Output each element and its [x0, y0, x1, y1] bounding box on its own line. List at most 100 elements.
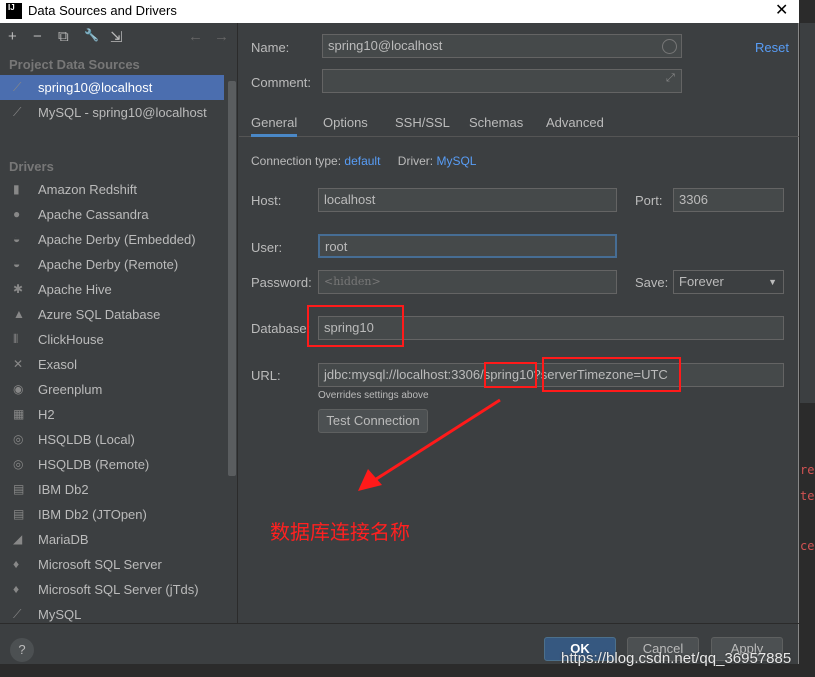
driver-icon: ♦ [13, 577, 19, 602]
name-input[interactable]: spring10@localhost [322, 34, 682, 58]
url-label: URL: [251, 368, 281, 383]
color-picker-icon[interactable] [662, 39, 677, 54]
driver-item[interactable]: ◎HSQLDB (Local) [0, 427, 224, 452]
driver-item[interactable]: ✱ Apache Hive [0, 277, 224, 302]
window-title: Data Sources and Drivers [28, 3, 177, 18]
driver-label: IBM Db2 (JTOpen) [38, 507, 147, 522]
tab-general[interactable]: General [251, 115, 297, 137]
driver-item[interactable]: ✕Exasol [0, 352, 224, 377]
driver-label: Apache Hive [38, 282, 112, 297]
driver-label: Driver: [398, 154, 433, 168]
code-fragment: cey [800, 539, 815, 553]
driver-label: Apache Derby (Embedded) [38, 232, 196, 247]
driver-label: H2 [38, 407, 55, 422]
driver-icon: ✕ [13, 352, 23, 377]
driver-item[interactable]: ◎HSQLDB (Remote) [0, 452, 224, 477]
add-icon[interactable]: + [8, 28, 17, 45]
driver-item[interactable]: ▤ IBM Db2 (JTOpen) [0, 502, 224, 527]
driver-icon: ◒ [13, 227, 20, 252]
chevron-down-icon: ▼ [768, 271, 777, 293]
user-label: User: [251, 240, 282, 255]
sidebar-toolbar: + − ⧉ 🔧 ⇲ ← → [0, 23, 237, 53]
background-editor: re te cey [800, 23, 815, 677]
driver-item[interactable]: ▤ IBM Db2 [0, 477, 224, 502]
driver-label: Amazon Redshift [38, 182, 137, 197]
forward-icon[interactable]: → [214, 28, 229, 45]
driver-icon: ♦ [13, 552, 19, 577]
driver-label: Microsoft SQL Server (jTds) [38, 582, 199, 597]
driver-label: Apache Cassandra [38, 207, 149, 222]
port-label: Port: [635, 193, 662, 208]
tab-ssh-ssl[interactable]: SSH/SSL [395, 115, 450, 130]
data-source-item[interactable]: ⟋ MySQL - spring10@localhost [0, 100, 224, 125]
annotation-box-database [307, 305, 404, 347]
driver-item[interactable]: ▮ Amazon Redshift [0, 177, 224, 202]
driver-item[interactable]: ◢MariaDB [0, 527, 224, 552]
name-label: Name: [251, 40, 289, 55]
host-input[interactable]: localhost [318, 188, 617, 212]
driver-label: MariaDB [38, 532, 89, 547]
data-source-item[interactable]: ⟋spring10@localhost [0, 75, 224, 100]
app-logo-icon: IJ [6, 3, 22, 19]
project-data-sources-header: Project Data Sources [0, 53, 237, 75]
mysql-icon: ⟋ [13, 100, 21, 125]
driver-icon: ▤ [13, 477, 24, 502]
driver-item[interactable]: ♦ Microsoft SQL Server [0, 552, 224, 577]
driver-item[interactable]: ◒Apache Derby (Remote) [0, 252, 224, 277]
driver-item[interactable]: ▲Azure SQL Database [0, 302, 224, 327]
code-fragment: te [800, 489, 814, 503]
comment-label: Comment: [251, 75, 311, 90]
annotation-text: 数据库连接名称 [270, 516, 410, 545]
item-label: MySQL - spring10@localhost [38, 105, 207, 120]
wrench-icon[interactable]: 🔧 [84, 28, 99, 42]
import-icon[interactable]: ⇲ [110, 28, 123, 46]
driver-label: Microsoft SQL Server [38, 557, 162, 572]
database-label: Database: [251, 321, 310, 336]
tab-advanced[interactable]: Advanced [546, 115, 604, 130]
driver-icon: ▤ [13, 502, 24, 527]
close-button[interactable]: ✕ [775, 0, 788, 20]
watermark: https://blog.csdn.net/qq_36957885 [561, 650, 791, 667]
sidebar: + − ⧉ 🔧 ⇲ ← → Project Data Sources ⟋spri… [0, 23, 238, 623]
tab-options[interactable]: Options [323, 115, 368, 130]
driver-item[interactable]: ●Apache Cassandra [0, 202, 224, 227]
password-label: Password: [251, 275, 312, 290]
save-label: Save: [635, 275, 668, 290]
sidebar-scrollbar[interactable] [228, 81, 236, 476]
driver-label: IBM Db2 [38, 482, 89, 497]
help-button[interactable]: ? [10, 638, 34, 662]
driver-item[interactable]: ▦ H2 [0, 402, 224, 427]
driver-label: Azure SQL Database [38, 307, 160, 322]
comment-input[interactable] [322, 69, 682, 93]
driver-link[interactable]: MySQL [436, 154, 476, 168]
expand-icon[interactable]: ⤢ [666, 72, 675, 85]
back-icon[interactable]: ← [188, 28, 203, 45]
connection-type-link[interactable]: default [344, 154, 380, 168]
copy-icon[interactable]: ⧉ [58, 28, 69, 45]
annotation-box-timezone [542, 357, 681, 392]
mysql-icon: ⟋ [13, 75, 21, 100]
driver-icon: ◎ [13, 452, 23, 477]
password-input[interactable]: <hidden> [318, 270, 617, 294]
driver-icon: ◉ [13, 377, 23, 402]
tab-schemas[interactable]: Schemas [469, 115, 523, 130]
user-input[interactable]: root [318, 234, 617, 258]
save-select[interactable]: Forever ▼ [673, 270, 784, 294]
driver-item[interactable]: ◒ Apache Derby (Embedded) [0, 227, 224, 252]
driver-item[interactable]: ⟋MySQL [0, 602, 224, 623]
title-bar: IJ Data Sources and Drivers ✕ [0, 0, 799, 23]
reset-link[interactable]: Reset [755, 40, 789, 55]
save-value: Forever [679, 274, 724, 289]
host-label: Host: [251, 193, 281, 208]
driver-item[interactable]: ◉Greenplum [0, 377, 224, 402]
driver-item[interactable]: ⦀ClickHouse [0, 327, 224, 352]
driver-icon: ◒ [13, 252, 20, 277]
driver-icon: ▮ [13, 177, 20, 202]
connection-info: Connection type: default Driver: MySQL [251, 154, 476, 168]
driver-icon: ▦ [13, 402, 24, 427]
driver-label: HSQLDB (Local) [38, 432, 135, 447]
driver-item[interactable]: ♦ Microsoft SQL Server (jTds) [0, 577, 224, 602]
remove-icon[interactable]: − [33, 28, 42, 45]
port-input[interactable]: 3306 [673, 188, 784, 212]
driver-icon: ✱ [13, 277, 23, 302]
